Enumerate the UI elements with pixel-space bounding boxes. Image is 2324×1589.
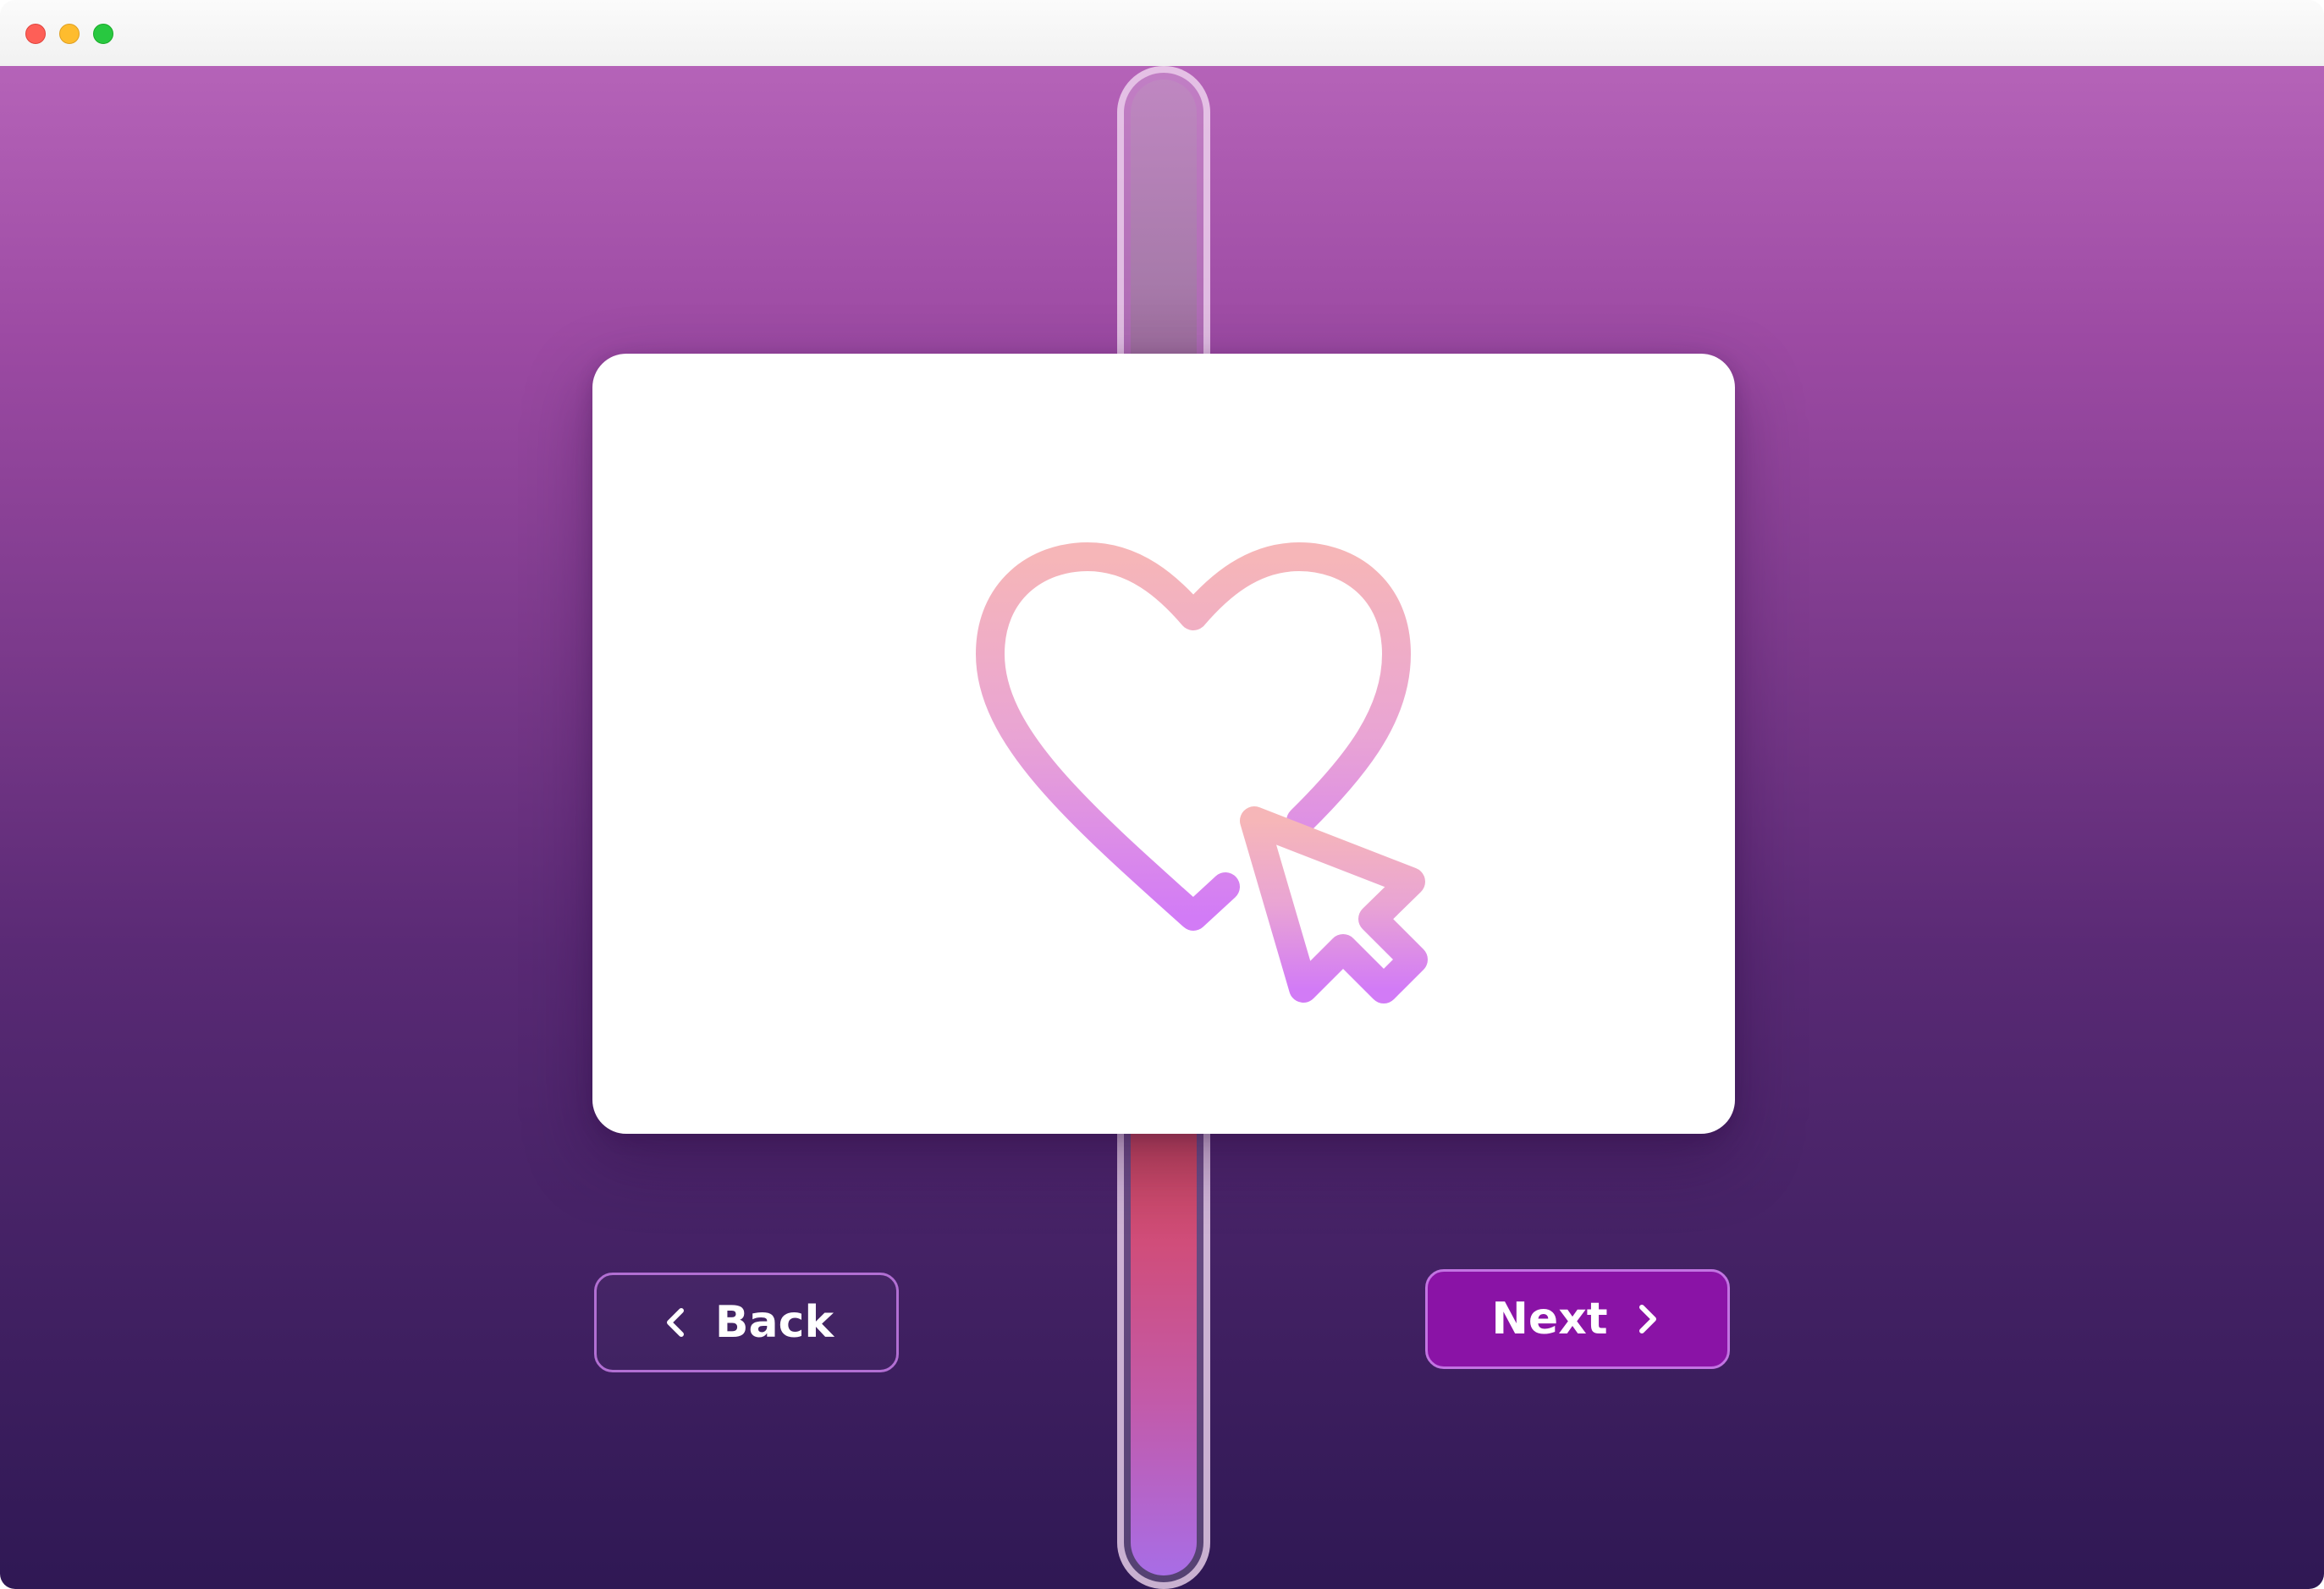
minimize-window-button[interactable] (59, 24, 80, 44)
title-bar (0, 0, 2324, 67)
back-button-label: Back (714, 1297, 834, 1348)
back-button[interactable]: Back (594, 1273, 899, 1372)
heart-with-cursor-icon (976, 542, 1428, 1003)
onboarding-stage: Back Next (0, 66, 2324, 1589)
chevron-left-icon (666, 1308, 684, 1337)
close-window-button[interactable] (25, 24, 46, 44)
progress-fill (1131, 1132, 1197, 1575)
maximize-window-button[interactable] (93, 24, 113, 44)
illustration-card (592, 354, 1735, 1134)
next-button-label: Next (1491, 1294, 1608, 1344)
app-window: Back Next (0, 0, 2324, 1589)
chevron-right-icon (1638, 1305, 1656, 1333)
next-button[interactable]: Next (1425, 1269, 1730, 1369)
